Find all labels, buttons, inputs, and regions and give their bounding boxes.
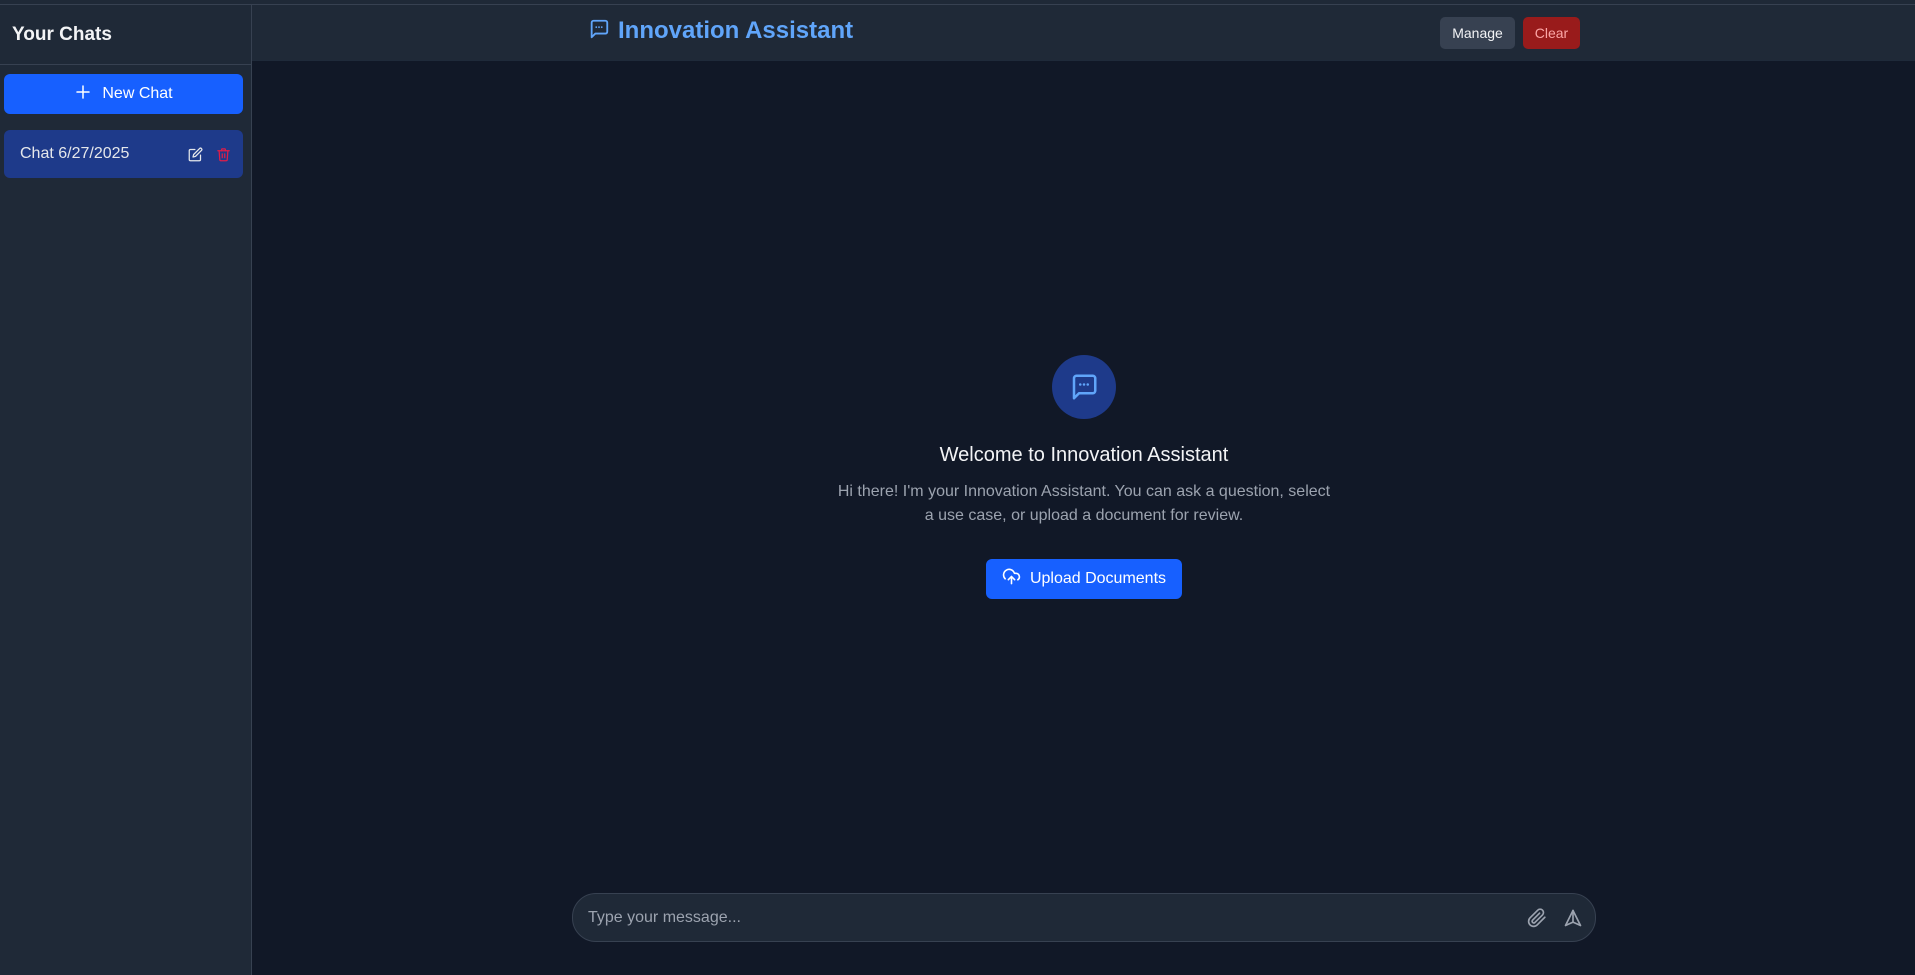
chat-item-label: Chat 6/27/2025: [20, 145, 130, 162]
upload-documents-button[interactable]: Upload Documents: [986, 559, 1182, 599]
message-composer: [572, 893, 1596, 942]
plus-icon: [74, 83, 92, 106]
sidebar-title: Your Chats: [0, 5, 251, 65]
app-title-group: Innovation Assistant: [588, 17, 853, 45]
clear-button[interactable]: Clear: [1523, 17, 1580, 49]
new-chat-label: New Chat: [102, 85, 173, 102]
welcome-text: Hi there! I'm your Innovation Assistant.…: [837, 483, 1331, 524]
app-title: Innovation Assistant: [618, 17, 854, 44]
top-bar: Innovation Assistant Manage Clear: [252, 5, 1915, 61]
chat-bubble-icon: [588, 18, 610, 45]
manage-button[interactable]: Manage: [1440, 17, 1515, 49]
sidebar: Your Chats New Chat Chat 6/27/2025: [0, 5, 252, 975]
welcome-chat-icon: [1052, 355, 1116, 419]
chat-list-item[interactable]: Chat 6/27/2025: [4, 130, 243, 178]
message-input[interactable]: [588, 906, 1488, 930]
upload-documents-label: Upload Documents: [1029, 570, 1167, 587]
welcome-title: Welcome to Innovation Assistant: [939, 444, 1229, 466]
trash-icon[interactable]: [215, 146, 231, 162]
paperclip-icon[interactable]: [1527, 908, 1547, 928]
edit-icon[interactable]: [187, 146, 203, 162]
send-icon[interactable]: [1563, 908, 1583, 928]
new-chat-button[interactable]: New Chat: [4, 74, 243, 114]
main-panel: Innovation Assistant Manage Clear Welcom…: [252, 5, 1915, 975]
cloud-upload-icon: [1002, 567, 1021, 591]
